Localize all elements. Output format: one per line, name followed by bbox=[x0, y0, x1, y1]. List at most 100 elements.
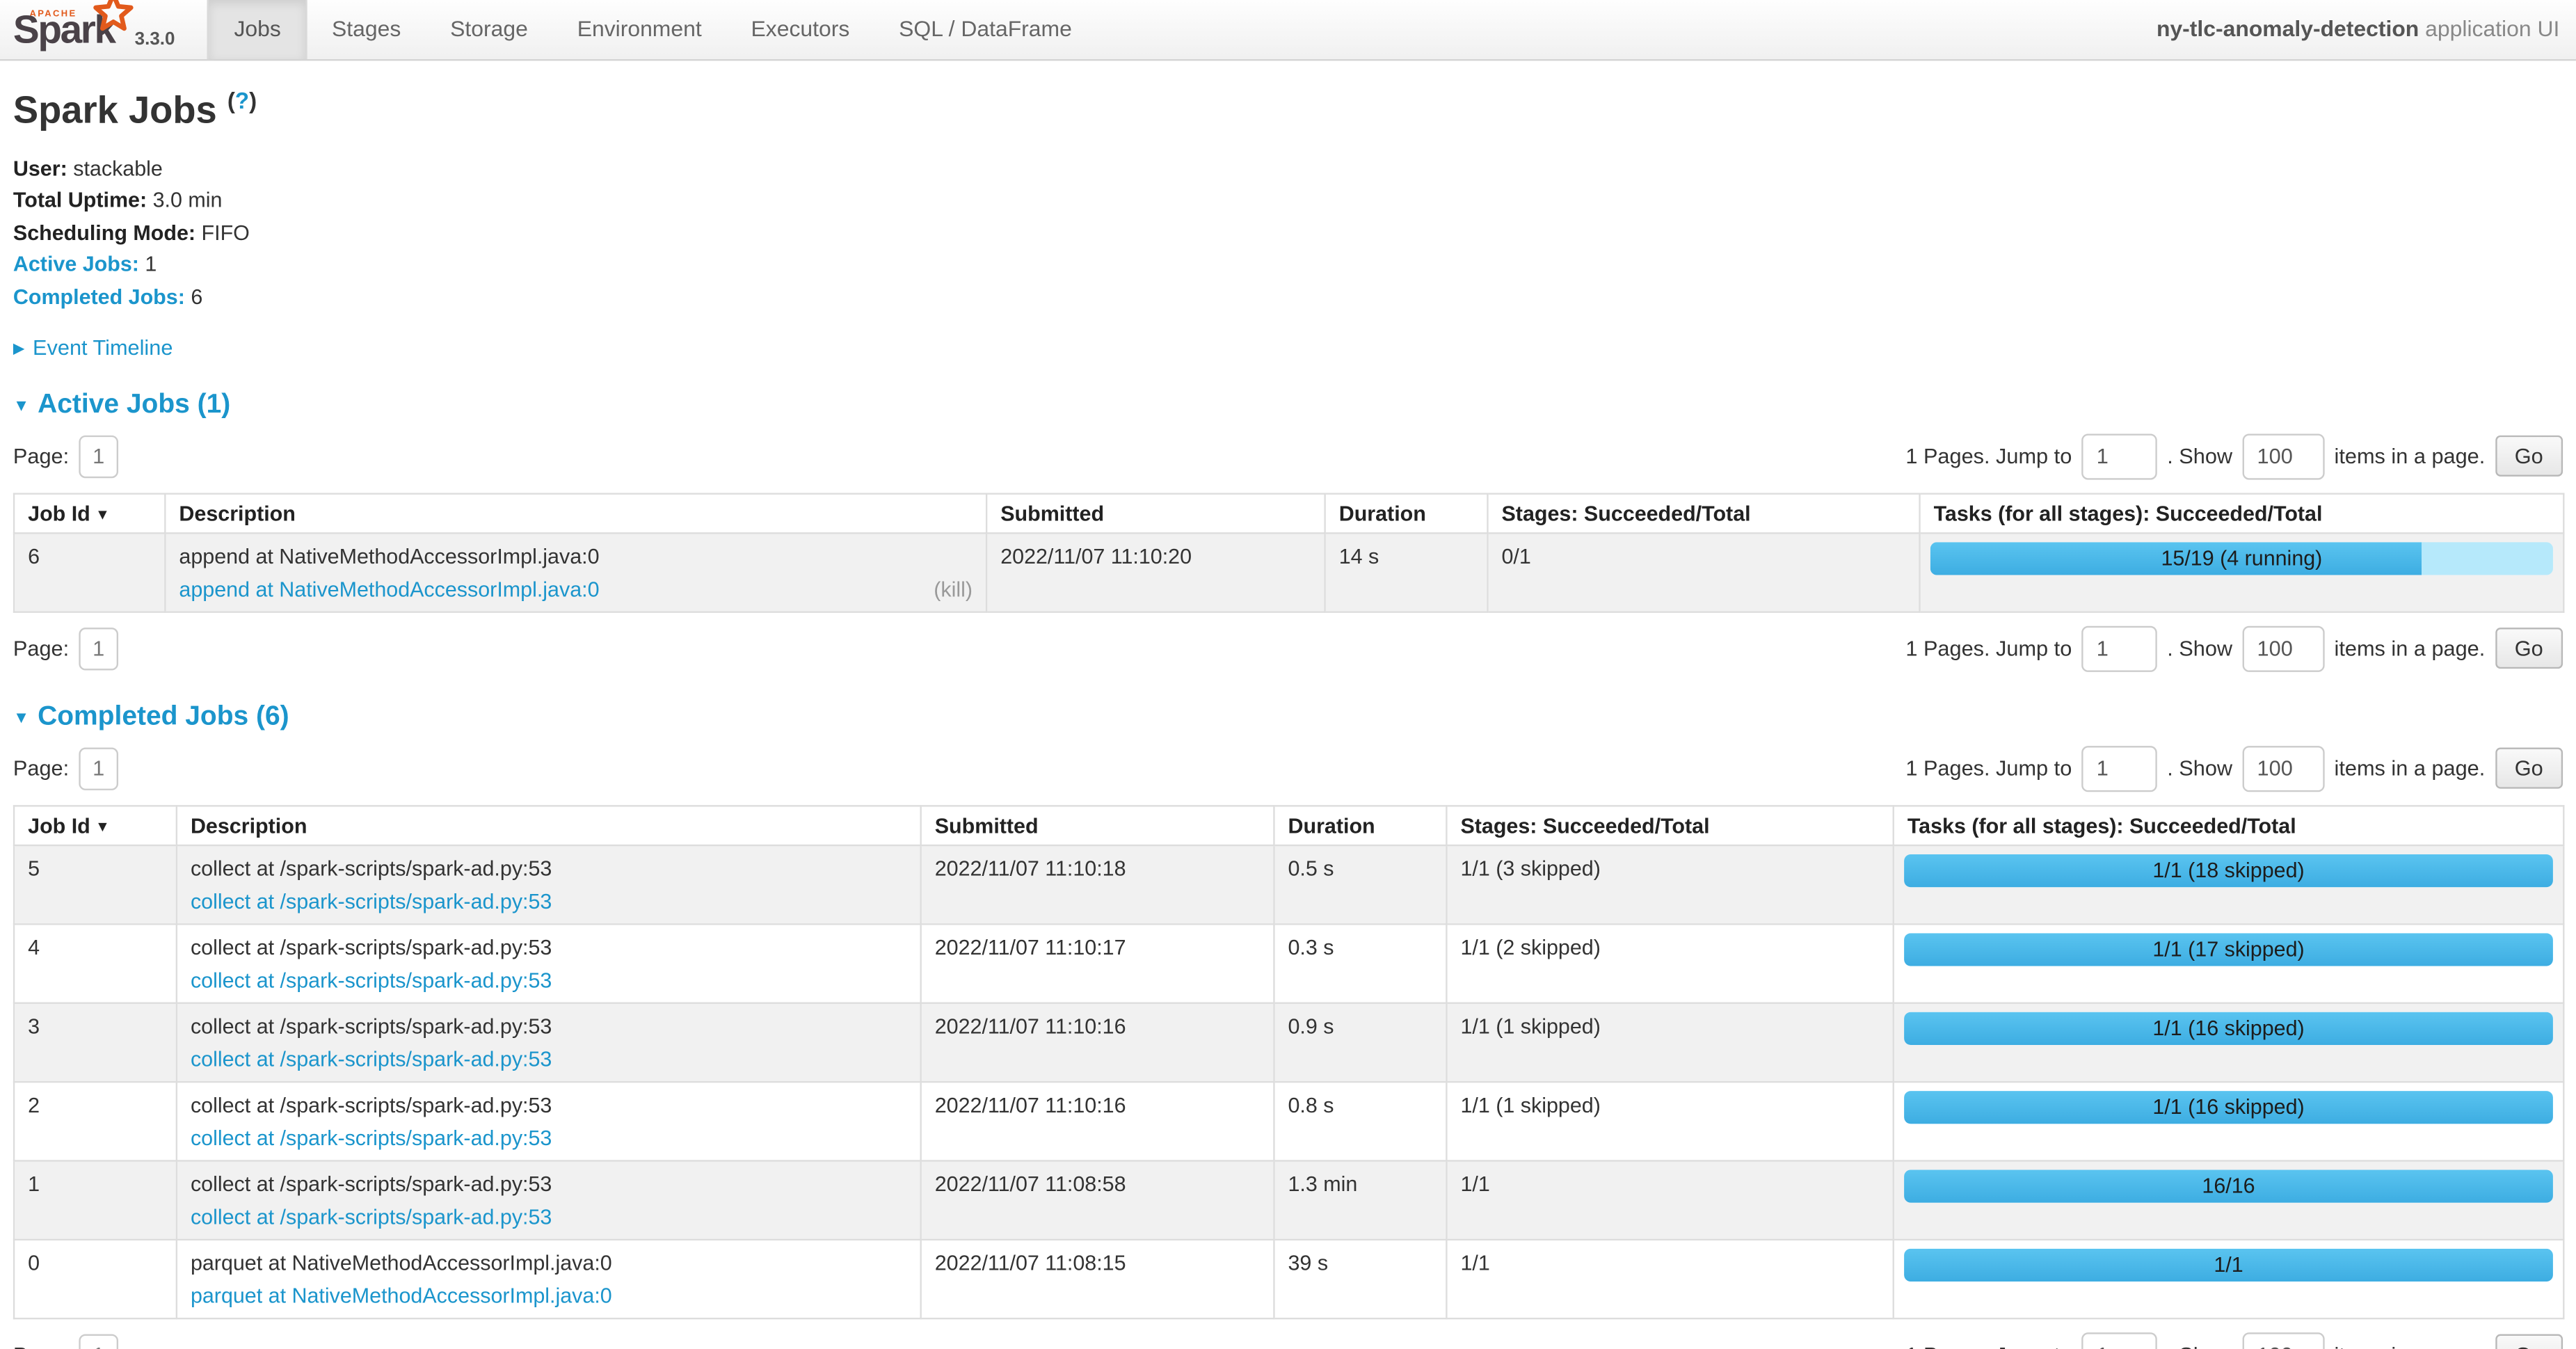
spark-brand[interactable]: APACHE Spark 3.3.0 bbox=[0, 0, 191, 59]
job-id-cell: 5 bbox=[14, 845, 177, 923]
tab-jobs[interactable]: Jobs bbox=[208, 0, 307, 59]
page-title-text: Spark Jobs bbox=[13, 88, 217, 131]
col-description[interactable]: Description bbox=[165, 493, 986, 533]
active-jobs-header-row: Job Id▼ Description Submitted Duration S… bbox=[14, 493, 2563, 533]
page-number-input[interactable] bbox=[79, 627, 118, 669]
tasks-progress-bar: 1/1 (17 skipped) bbox=[1904, 933, 2553, 966]
col-submitted[interactable]: Submitted bbox=[986, 493, 1325, 533]
col-tasks[interactable]: Tasks (for all stages): Succeeded/Total bbox=[1894, 806, 2564, 845]
job-description-link[interactable]: collect at /spark-scripts/spark-ad.py:53 bbox=[191, 1204, 552, 1228]
stages-cell: 1/1 (1 skipped) bbox=[1446, 1081, 1893, 1160]
completed-jobs-pagination-bottom: Page: 1 Pages. Jump to . Show items in a… bbox=[13, 1332, 2563, 1349]
progress-label: 1/1 bbox=[1904, 1248, 2553, 1281]
items-per-page-input[interactable] bbox=[2242, 745, 2324, 791]
completed-job-row: 3 collect at /spark-scripts/spark-ad.py:… bbox=[14, 1003, 2563, 1081]
job-description-text: collect at /spark-scripts/spark-ad.py:53 bbox=[191, 1013, 907, 1037]
uptime-label: Total Uptime: bbox=[13, 188, 147, 212]
tab-sql-dataframe[interactable]: SQL / DataFrame bbox=[874, 0, 1097, 59]
active-jobs-pagination-bottom: Page: 1 Pages. Jump to . Show items in a… bbox=[13, 625, 2563, 671]
items-in-page-text: items in a page. bbox=[2335, 756, 2486, 781]
page-number-input[interactable] bbox=[79, 435, 118, 477]
col-submitted[interactable]: Submitted bbox=[921, 806, 1274, 845]
tab-environment[interactable]: Environment bbox=[552, 0, 726, 59]
job-id-cell: 4 bbox=[14, 924, 177, 1003]
help-sup: (?) bbox=[227, 87, 257, 113]
page-number-input[interactable] bbox=[79, 747, 118, 790]
job-description-text: collect at /spark-scripts/spark-ad.py:53 bbox=[191, 1092, 907, 1117]
pages-jump-text: 1 Pages. Jump to bbox=[1905, 444, 2072, 468]
job-summary: User: stackable Total Uptime: 3.0 min Sc… bbox=[13, 156, 2563, 309]
submitted-cell: 2022/11/07 11:08:58 bbox=[921, 1160, 1274, 1239]
kill-link[interactable]: (kill) bbox=[934, 576, 973, 600]
tasks-cell: 1/1 (18 skipped) bbox=[1894, 845, 2564, 923]
stages-cell: 1/1 (3 skipped) bbox=[1446, 845, 1893, 923]
active-jobs-section-header[interactable]: ▼Active Jobs (1) bbox=[13, 389, 2563, 420]
tab-executors[interactable]: Executors bbox=[726, 0, 874, 59]
jump-to-page-input[interactable] bbox=[2081, 433, 2157, 479]
tasks-cell: 1/1 (17 skipped) bbox=[1894, 924, 2564, 1003]
submitted-cell: 2022/11/07 11:10:17 bbox=[921, 924, 1274, 1003]
active-job-row: 6 append at NativeMethodAccessorImpl.jav… bbox=[14, 533, 2563, 612]
col-duration[interactable]: Duration bbox=[1274, 806, 1446, 845]
job-description-link[interactable]: collect at /spark-scripts/spark-ad.py:53 bbox=[191, 888, 552, 913]
top-navbar: APACHE Spark 3.3.0 Jobs Stages Storage E… bbox=[0, 0, 2576, 61]
jump-to-page-input[interactable] bbox=[2081, 625, 2157, 671]
active-jobs-link[interactable]: Active Jobs: bbox=[13, 252, 139, 276]
description-cell: append at NativeMethodAccessorImpl.java:… bbox=[165, 533, 986, 612]
duration-cell: 14 s bbox=[1325, 533, 1488, 612]
col-description[interactable]: Description bbox=[177, 806, 921, 845]
jump-to-page-input[interactable] bbox=[2081, 745, 2157, 791]
event-timeline-toggle[interactable]: ▶Event Timeline bbox=[13, 335, 2563, 359]
items-per-page-input[interactable] bbox=[2242, 625, 2324, 671]
tasks-progress-bar: 16/16 bbox=[1904, 1170, 2553, 1202]
tasks-progress-bar: 1/1 (18 skipped) bbox=[1904, 854, 2553, 886]
items-per-page-input[interactable] bbox=[2242, 433, 2324, 479]
completed-jobs-section-header[interactable]: ▼Completed Jobs (6) bbox=[13, 701, 2563, 733]
col-tasks[interactable]: Tasks (for all stages): Succeeded/Total bbox=[1920, 493, 2564, 533]
stages-cell: 1/1 (1 skipped) bbox=[1446, 1003, 1893, 1081]
job-description-text: collect at /spark-scripts/spark-ad.py:53 bbox=[191, 856, 907, 880]
progress-label: 1/1 (18 skipped) bbox=[1904, 854, 2553, 886]
job-description-link[interactable]: collect at /spark-scripts/spark-ad.py:53 bbox=[191, 967, 552, 991]
job-id-cell: 2 bbox=[14, 1081, 177, 1160]
completed-jobs-count: 6 bbox=[191, 284, 202, 308]
jump-to-page-input[interactable] bbox=[2081, 1332, 2157, 1349]
uptime-value: 3.0 min bbox=[153, 188, 223, 212]
spark-logo: APACHE Spark bbox=[13, 1, 118, 54]
tab-storage[interactable]: Storage bbox=[426, 0, 553, 59]
go-button[interactable]: Go bbox=[2495, 628, 2563, 669]
page-label: Page: bbox=[13, 756, 69, 781]
col-duration[interactable]: Duration bbox=[1325, 493, 1488, 533]
job-description-link[interactable]: collect at /spark-scripts/spark-ad.py:53 bbox=[191, 1046, 552, 1071]
active-jobs-table: Job Id▼ Description Submitted Duration S… bbox=[13, 493, 2565, 612]
tab-stages[interactable]: Stages bbox=[307, 0, 426, 59]
job-description-text: parquet at NativeMethodAccessorImpl.java… bbox=[191, 1250, 907, 1274]
go-button[interactable]: Go bbox=[2495, 748, 2563, 789]
job-id-cell: 6 bbox=[14, 533, 165, 612]
show-text: . Show bbox=[2167, 756, 2232, 781]
job-description-link[interactable]: parquet at NativeMethodAccessorImpl.java… bbox=[191, 1283, 612, 1307]
scheduling-mode-label: Scheduling Mode: bbox=[13, 220, 195, 244]
go-button[interactable]: Go bbox=[2495, 1334, 2563, 1349]
completed-jobs-link[interactable]: Completed Jobs: bbox=[13, 284, 185, 308]
event-timeline-label: Event Timeline bbox=[33, 335, 173, 359]
col-stages[interactable]: Stages: Succeeded/Total bbox=[1487, 493, 1919, 533]
col-job-id[interactable]: Job Id▼ bbox=[14, 806, 177, 845]
submitted-cell: 2022/11/07 11:10:16 bbox=[921, 1003, 1274, 1081]
items-in-page-text: items in a page. bbox=[2335, 1343, 2486, 1349]
job-id-cell: 3 bbox=[14, 1003, 177, 1081]
go-button[interactable]: Go bbox=[2495, 436, 2563, 477]
summary-user: User: stackable bbox=[13, 156, 2563, 180]
summary-completed-jobs: Completed Jobs: 6 bbox=[13, 284, 2563, 308]
expanded-arrow-icon: ▼ bbox=[13, 397, 29, 415]
description-cell: collect at /spark-scripts/spark-ad.py:53… bbox=[177, 1160, 921, 1239]
items-per-page-input[interactable] bbox=[2242, 1332, 2324, 1349]
completed-job-row: 4 collect at /spark-scripts/spark-ad.py:… bbox=[14, 924, 2563, 1003]
summary-scheduling-mode: Scheduling Mode: FIFO bbox=[13, 220, 2563, 244]
page-number-input[interactable] bbox=[79, 1334, 118, 1349]
job-description-link[interactable]: append at NativeMethodAccessorImpl.java:… bbox=[179, 576, 599, 600]
help-link[interactable]: ? bbox=[235, 87, 249, 113]
job-description-link[interactable]: collect at /spark-scripts/spark-ad.py:53 bbox=[191, 1125, 552, 1149]
col-stages[interactable]: Stages: Succeeded/Total bbox=[1446, 806, 1893, 845]
col-job-id[interactable]: Job Id▼ bbox=[14, 493, 165, 533]
